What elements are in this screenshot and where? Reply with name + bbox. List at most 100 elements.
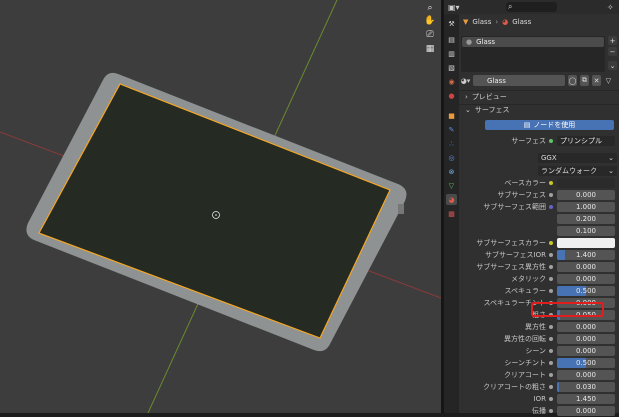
property-label: クリアコートの粗さ (483, 383, 546, 391)
value-slider[interactable]: 0.030 (557, 382, 615, 392)
property-value: 0.050 (575, 311, 597, 319)
browse-material-button[interactable]: ◕▾ (461, 75, 470, 86)
add-slot-button[interactable]: + (608, 36, 617, 45)
input-socket-icon[interactable] (549, 385, 553, 389)
vector-field[interactable]: 1.000 (557, 202, 615, 212)
remove-slot-button[interactable]: − (608, 47, 617, 56)
property-row: 0.100 (459, 225, 619, 237)
property-value: 0.000 (575, 263, 597, 271)
slot-menu-button[interactable]: ⌄ (608, 61, 617, 70)
tab-tool[interactable]: ⚒ (446, 18, 457, 29)
unlink-material-button[interactable]: ✕ (592, 75, 601, 86)
value-slider[interactable]: 0.000 (557, 334, 615, 344)
tab-constraints[interactable]: ⊗ (446, 166, 457, 177)
property-label: ベースカラー (504, 179, 546, 187)
tab-data[interactable]: ▽ (446, 180, 457, 191)
tab-texture[interactable]: ▩ (446, 208, 457, 219)
property-value: 0.200 (575, 215, 597, 223)
material-name-field[interactable]: Glass (473, 75, 565, 86)
fake-user-button[interactable]: ◯ (568, 75, 577, 86)
input-socket-icon[interactable] (549, 361, 553, 365)
surface-shader-value: プリンシプルBSDF (560, 137, 602, 145)
distribution-dropdown[interactable]: GGX ⌄ (538, 153, 617, 163)
vector-field[interactable]: 0.200 (557, 214, 615, 224)
camera-icon[interactable]: ⎚ (423, 29, 437, 41)
property-row: 0.200 (459, 213, 619, 225)
tab-world[interactable]: ● (446, 90, 457, 101)
input-socket-icon[interactable] (549, 277, 553, 281)
frame-edge (398, 204, 404, 214)
value-slider[interactable]: 1.400 (557, 250, 615, 260)
property-label: サブサーフェス範囲 (483, 203, 546, 211)
input-socket-icon[interactable] (549, 337, 553, 341)
viewport-scene (0, 0, 441, 413)
vector-field[interactable]: 0.100 (557, 226, 615, 236)
input-socket-icon[interactable] (549, 409, 553, 413)
color-swatch[interactable] (557, 238, 615, 248)
value-slider[interactable]: 0.000 (557, 274, 615, 284)
value-slider[interactable]: 0.500 (557, 286, 615, 296)
tab-physics[interactable]: ◎ (446, 152, 457, 163)
tab-modifiers[interactable]: ✎ (446, 124, 457, 135)
value-slider[interactable]: 0.000 (557, 370, 615, 380)
value-slider[interactable]: 0.000 (557, 322, 615, 332)
subsurface-method-dropdown[interactable]: ランダムウォーク ⌄ (538, 166, 617, 176)
pin-icon[interactable]: ✧ (607, 2, 614, 12)
duplicate-material-button[interactable]: ⧉ (580, 75, 589, 86)
input-socket-icon[interactable] (549, 325, 553, 329)
input-socket-icon[interactable] (549, 253, 553, 257)
value-slider[interactable]: 0.000 (557, 298, 615, 308)
tab-view-layer[interactable]: ▧ (446, 62, 457, 73)
shader-socket-icon[interactable] (549, 139, 553, 143)
zoom-icon[interactable]: ⌕ (423, 2, 437, 14)
input-socket-icon[interactable] (549, 349, 553, 353)
use-nodes-button[interactable]: ▤ ノードを使用 (485, 120, 614, 130)
hand-icon[interactable]: ✋ (423, 15, 437, 27)
property-label: IOR (533, 395, 546, 403)
tab-scene[interactable]: ◉ (446, 76, 457, 87)
input-socket-icon[interactable] (549, 313, 553, 317)
surface-shader-field[interactable]: プリンシプルBSDF (557, 136, 615, 146)
value-slider[interactable]: 0.000 (557, 262, 615, 272)
material-menu-button[interactable]: ▽ (604, 75, 613, 86)
chevron-down-icon: ⌄ (465, 106, 471, 114)
value-slider[interactable]: 1.450 (557, 394, 615, 404)
3d-viewport[interactable]: ⌕ ✋ ⎚ ▦ (0, 0, 441, 413)
property-row: サブサーフェス異方性 0.000 (459, 261, 619, 273)
property-value: 0.500 (575, 359, 597, 367)
tab-object[interactable]: ■ (446, 110, 457, 121)
input-socket-icon[interactable] (549, 373, 553, 377)
section-surface-label: サーフェス (474, 106, 510, 114)
tab-render[interactable]: ▤ (446, 34, 457, 45)
material-slot-item[interactable]: ● Glass (462, 37, 604, 47)
property-row: シーン 0.000 (459, 345, 619, 357)
property-label: 異方性の回転 (504, 335, 546, 343)
value-slider[interactable]: 0.500 (557, 358, 615, 368)
property-value: 0.030 (575, 383, 597, 391)
input-socket-icon[interactable] (549, 301, 553, 305)
section-preview[interactable]: › プレビュー (459, 91, 619, 103)
value-slider[interactable]: 0.000 (557, 406, 615, 416)
search-input[interactable] (506, 2, 557, 12)
section-surface[interactable]: ⌄ サーフェス (459, 104, 619, 116)
tab-particles[interactable]: ∴ (446, 138, 457, 149)
grid-icon[interactable]: ▦ (423, 43, 437, 55)
tab-material[interactable]: ◕ (446, 194, 457, 205)
tab-output[interactable]: ▥ (446, 48, 457, 59)
material-slot-list[interactable]: ● Glass (461, 36, 605, 72)
value-slider[interactable]: 0.000 (557, 346, 615, 356)
input-socket-icon[interactable] (549, 241, 553, 245)
input-socket-icon[interactable] (549, 397, 553, 401)
input-socket-icon[interactable] (549, 205, 553, 209)
property-row: スペキュラー 0.500 (459, 285, 619, 297)
properties-header: ▣▾ ⌕ ✧ (444, 0, 619, 14)
value-slider[interactable]: 0.000 (557, 190, 615, 200)
input-socket-icon[interactable] (549, 193, 553, 197)
input-socket-icon[interactable] (549, 265, 553, 269)
color-swatch[interactable] (557, 178, 615, 188)
input-socket-icon[interactable] (549, 181, 553, 185)
input-socket-icon[interactable] (549, 289, 553, 293)
value-slider[interactable]: 0.050 (557, 310, 615, 320)
property-row: 粗さ 0.050 (459, 309, 619, 321)
properties-editor-icon[interactable]: ▣▾ (448, 2, 460, 12)
